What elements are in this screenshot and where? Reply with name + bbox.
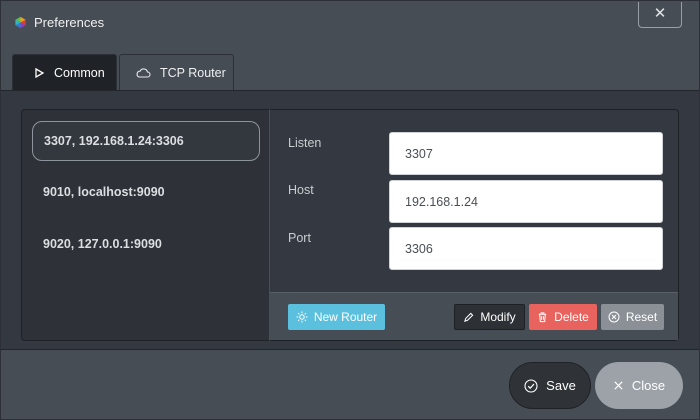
listen-label: Listen [288, 136, 322, 150]
tab-tcp-router-label: TCP Router [160, 66, 226, 80]
save-label: Save [546, 378, 576, 393]
new-router-label: New Router [313, 310, 378, 324]
tab-common-label: Common [54, 66, 105, 80]
trash-icon [538, 312, 547, 323]
router-form: Listen Host Port New Router [269, 109, 679, 341]
delete-button[interactable]: Delete [529, 304, 597, 330]
port-label: Port [288, 231, 311, 245]
host-label: Host [288, 183, 314, 197]
list-item-label: 9010, localhost:9090 [43, 185, 165, 199]
listen-field[interactable] [389, 132, 663, 175]
host-field[interactable] [389, 180, 663, 223]
form-actions: New Router Modify Delete Reset [270, 292, 678, 340]
reset-button[interactable]: Reset [601, 304, 664, 330]
router-list: 3307, 192.168.1.24:3306 9010, localhost:… [21, 109, 270, 341]
modify-button[interactable]: Modify [454, 304, 525, 330]
sun-icon [296, 311, 308, 323]
save-button[interactable]: Save [509, 362, 591, 409]
circle-x-icon [608, 311, 620, 323]
close-label: Close [631, 378, 666, 393]
app-logo-icon [15, 16, 26, 29]
check-circle-icon [524, 378, 538, 393]
reset-label: Reset [625, 310, 658, 324]
list-item[interactable]: 9010, localhost:9090 [32, 172, 260, 212]
tab-content: 3307, 192.168.1.24:3306 9010, localhost:… [1, 90, 699, 350]
play-icon [35, 67, 45, 79]
close-button[interactable]: Close [595, 362, 683, 409]
window-title: Preferences [34, 15, 105, 30]
window-close-button[interactable]: ✕ [638, 2, 682, 28]
preferences-window: Preferences ✕ Common TCP Router 3307, 19… [0, 0, 700, 420]
cloud-icon [136, 68, 151, 78]
tab-tcp-router[interactable]: TCP Router [119, 54, 234, 91]
list-item[interactable]: 3307, 192.168.1.24:3306 [32, 121, 260, 161]
close-icon [614, 381, 623, 390]
close-icon: ✕ [653, 5, 667, 22]
list-item-label: 9020, 127.0.0.1:9090 [43, 237, 162, 251]
modify-label: Modify [480, 310, 516, 324]
delete-label: Delete [554, 310, 589, 324]
titlebar: Preferences ✕ [1, 1, 699, 45]
new-router-button[interactable]: New Router [288, 304, 385, 330]
list-item[interactable]: 9020, 127.0.0.1:9090 [32, 224, 260, 264]
list-item-label: 3307, 192.168.1.24:3306 [44, 134, 184, 148]
port-field[interactable] [389, 227, 663, 270]
tab-common[interactable]: Common [12, 54, 117, 91]
pencil-icon [464, 312, 474, 322]
